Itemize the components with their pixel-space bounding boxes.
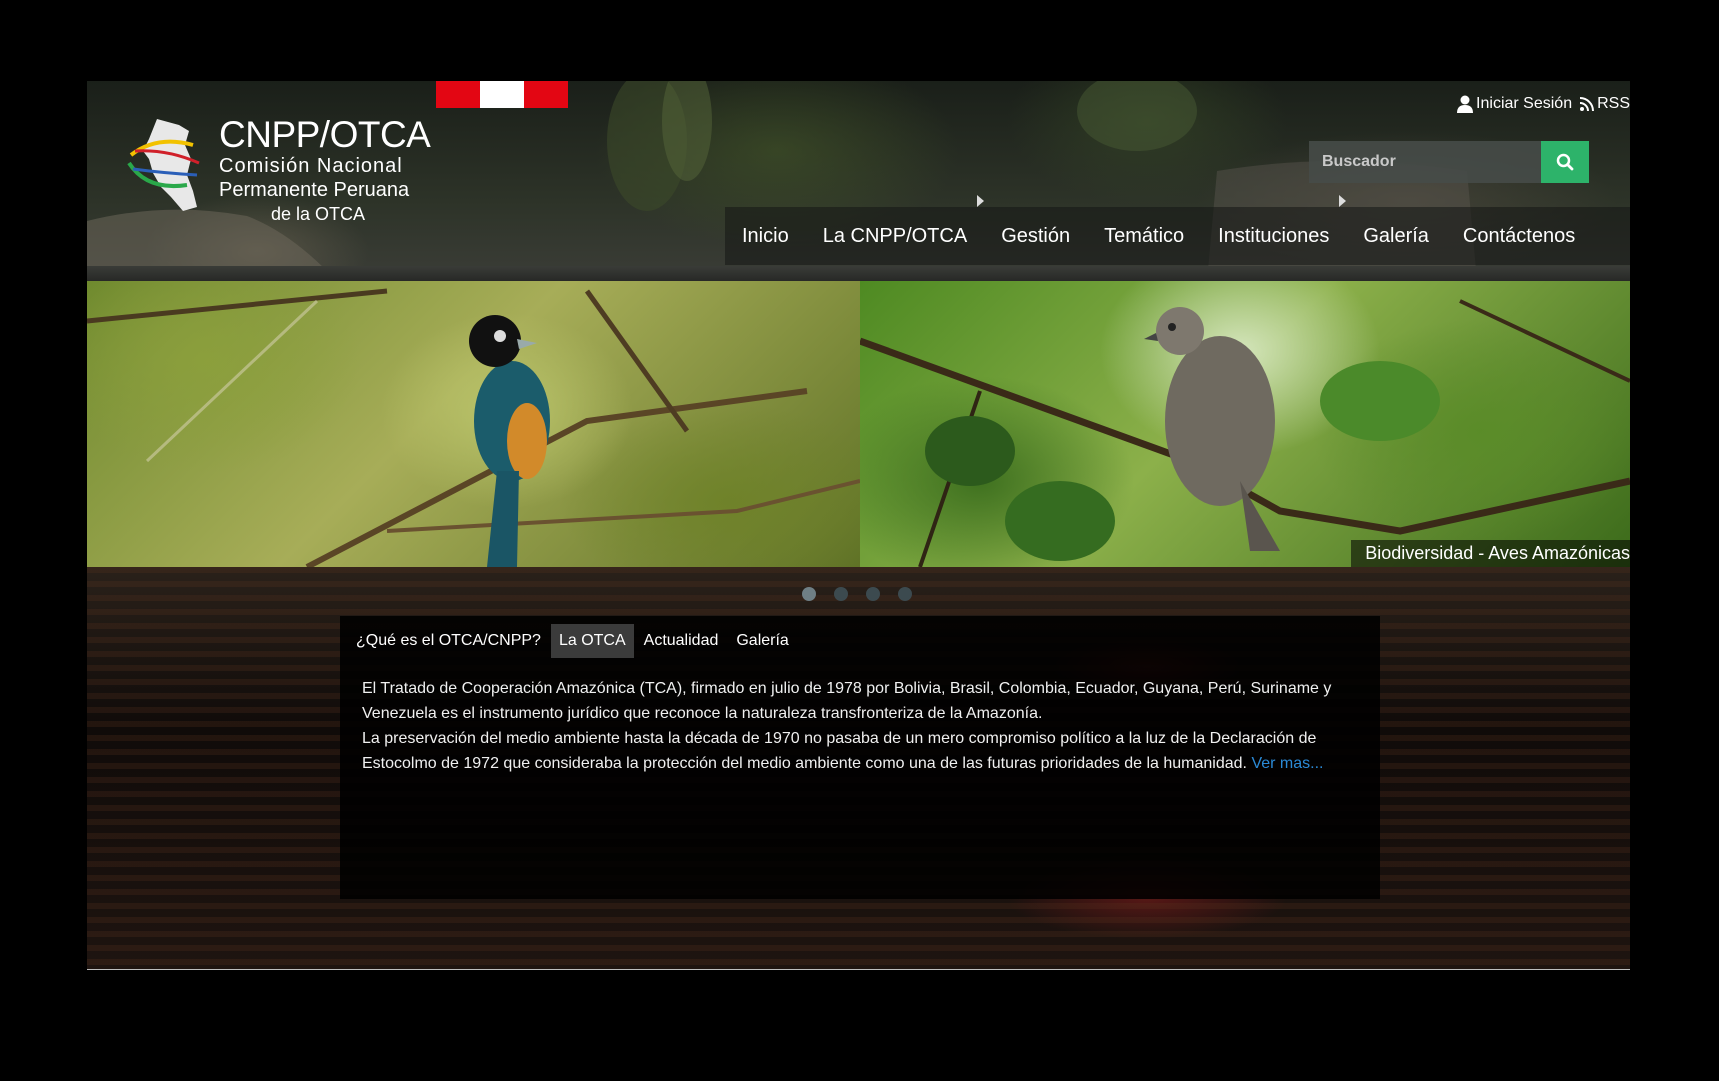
nav-la-cnpp-otca[interactable]: La CNPP/OTCA xyxy=(806,194,985,248)
rss-icon xyxy=(1580,97,1595,111)
nav-instituciones-label: Instituciones xyxy=(1218,224,1330,247)
page: CNPP/OTCA Comisión Nacional Permanente P… xyxy=(87,81,1630,970)
paragraph-2: La preservación del medio ambiente hasta… xyxy=(362,726,1367,776)
rss-link[interactable]: RSS xyxy=(1580,95,1630,113)
tab-actualidad[interactable]: Actualidad xyxy=(636,624,727,658)
logo-subtitle-line3: de la OTCA xyxy=(271,204,366,224)
nav-galeria[interactable]: Galería xyxy=(1346,225,1446,248)
logo-subtitle-line2: Permanente Peruana xyxy=(219,179,410,201)
tab-galeria[interactable]: Galería xyxy=(728,624,796,658)
login-link[interactable]: Iniciar Sesión xyxy=(1457,95,1572,113)
paragraph-2-text: La preservación del medio ambiente hasta… xyxy=(362,730,1317,772)
rss-label: RSS xyxy=(1597,95,1630,112)
main-nav: Inicio La CNPP/OTCA Gestión Temático Ins… xyxy=(725,194,1630,265)
login-label: Iniciar Sesión xyxy=(1476,95,1573,112)
nav-contactenos[interactable]: Contáctenos xyxy=(1446,225,1592,248)
info-panel: ¿Qué es el OTCA/CNPP? La OTCA Actualidad… xyxy=(340,616,1380,899)
top-links: Iniciar Sesión RSS xyxy=(1457,95,1630,113)
dove-bird-image xyxy=(860,299,1630,567)
info-tabs: ¿Qué es el OTCA/CNPP? La OTCA Actualidad… xyxy=(348,624,797,658)
peru-flag xyxy=(436,81,568,108)
header-strip xyxy=(87,266,1630,282)
tab-content: El Tratado de Cooperación Amazónica (TCA… xyxy=(362,676,1367,776)
slider-dot-3[interactable] xyxy=(866,587,880,601)
paragraph-1: El Tratado de Cooperación Amazónica (TCA… xyxy=(362,680,1332,722)
nav-gestion[interactable]: Gestión xyxy=(984,225,1087,248)
logo-title: CNPP/OTCA xyxy=(219,114,431,155)
slide-caption: Biodiversidad - Aves Amazónicas xyxy=(1351,540,1630,567)
nav-inicio[interactable]: Inicio xyxy=(725,225,806,248)
nav-instituciones[interactable]: Instituciones xyxy=(1201,194,1347,248)
image-slider[interactable]: Biodiversidad - Aves Amazónicas xyxy=(87,281,1630,567)
search-icon xyxy=(1556,153,1574,171)
slider-pagination xyxy=(802,587,912,601)
slide-image-trogon xyxy=(87,281,860,567)
read-more-link[interactable]: Ver mas... xyxy=(1251,755,1323,772)
submenu-arrow-icon xyxy=(1339,194,1347,207)
tab-la-otca[interactable]: La OTCA xyxy=(550,624,634,658)
trogon-bird-image xyxy=(87,288,860,567)
submenu-arrow-icon xyxy=(977,194,985,207)
footer-divider xyxy=(87,969,1630,970)
nav-la-cnpp-otca-label: La CNPP/OTCA xyxy=(822,224,968,247)
search-button[interactable] xyxy=(1541,141,1589,183)
slide-image-dove xyxy=(860,281,1630,567)
slider-dot-1[interactable] xyxy=(802,587,816,601)
nav-tematico[interactable]: Temático xyxy=(1087,225,1201,248)
slider-dot-4[interactable] xyxy=(898,587,912,601)
logo-subtitle-line1: Comisión Nacional xyxy=(219,155,403,177)
slider-dot-2[interactable] xyxy=(834,587,848,601)
search-input[interactable] xyxy=(1309,141,1541,183)
site-logo[interactable]: CNPP/OTCA Comisión Nacional Permanente P… xyxy=(127,114,431,225)
tab-que-es-otca-cnpp[interactable]: ¿Qué es el OTCA/CNPP? xyxy=(348,624,549,658)
search-box xyxy=(1309,141,1589,183)
user-icon xyxy=(1457,95,1474,113)
logo-map-icon xyxy=(127,119,200,211)
